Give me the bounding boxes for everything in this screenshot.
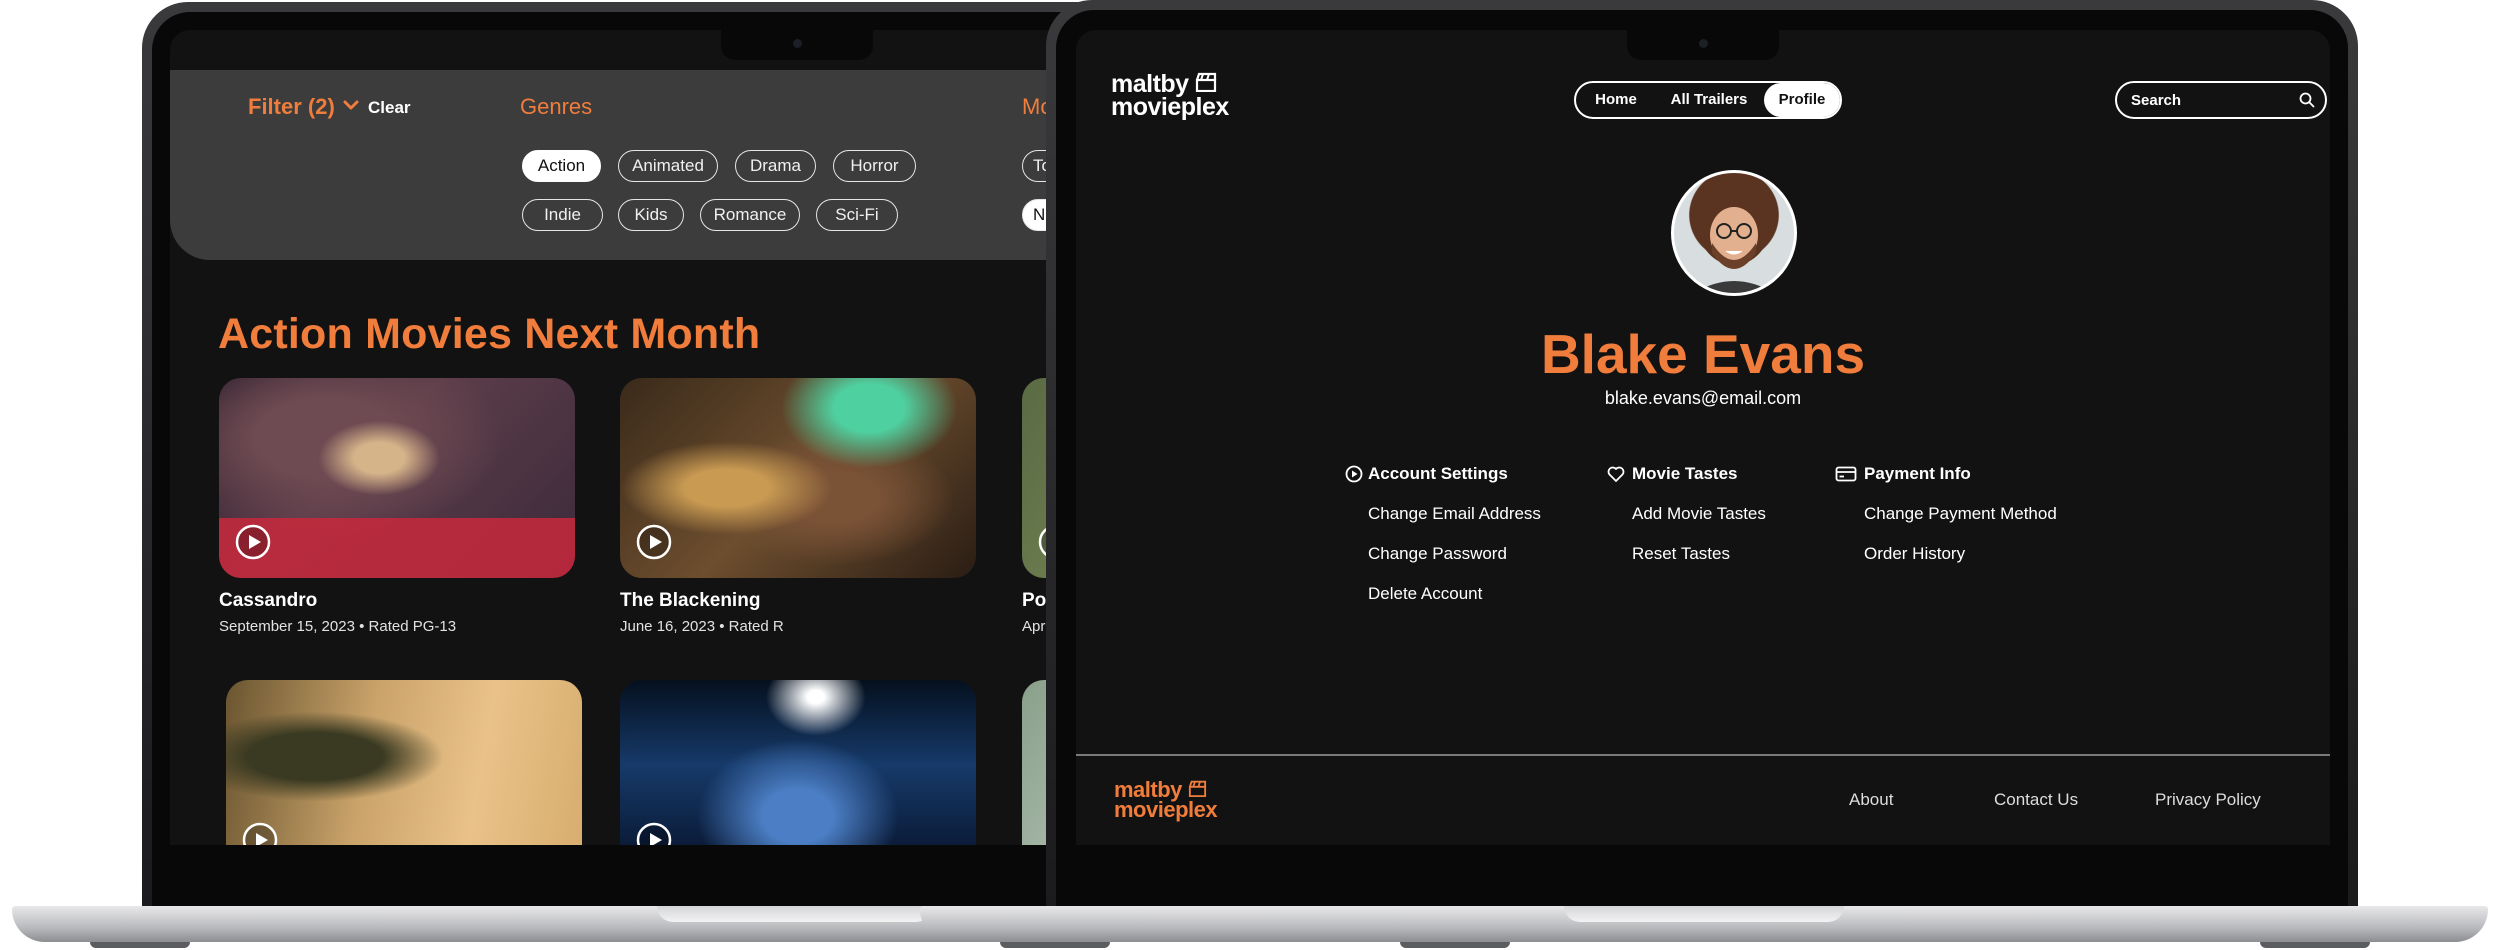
change-payment-method-link[interactable]: Change Payment Method xyxy=(1864,504,2057,524)
clapperboard-icon xyxy=(1195,72,1217,92)
genre-chip-scifi[interactable]: Sci-Fi xyxy=(816,199,898,231)
genre-chip-horror[interactable]: Horror xyxy=(833,150,916,182)
movie-meta: Apr xyxy=(1022,618,1046,635)
search-icon[interactable] xyxy=(2299,92,2315,108)
profile-email: blake.evans@email.com xyxy=(1604,388,1802,408)
genre-chip-indie[interactable]: Indie xyxy=(522,199,603,231)
movie-meta: September 15, 2023 • Rated PG-13 xyxy=(219,618,457,635)
right-laptop-foot xyxy=(2260,942,2370,948)
left-laptop-screen: Filter (2) Clear Genres Action Animated … xyxy=(170,30,1174,845)
nav-profile[interactable]: Profile xyxy=(1764,83,1840,117)
movie-poster-cassandro[interactable] xyxy=(219,378,575,578)
movie-poster-space[interactable] xyxy=(620,680,976,845)
account-settings-heading: Account Settings xyxy=(1368,464,1508,483)
brand-logo[interactable]: maltby movieplex xyxy=(1111,72,1229,121)
nav-all-trailers[interactable]: All Trailers xyxy=(1656,83,1762,117)
movie-title[interactable]: Po xyxy=(1022,590,1046,612)
main-nav: Home All Trailers Profile xyxy=(1574,81,1842,119)
movie-title[interactable]: The Blackening xyxy=(620,590,760,612)
change-password-link[interactable]: Change Password xyxy=(1368,544,1507,564)
chevron-down-icon[interactable] xyxy=(340,94,362,116)
camera-notch xyxy=(721,30,873,60)
avatar[interactable] xyxy=(1671,170,1797,296)
footer-logo[interactable]: maltby movieplex xyxy=(1114,779,1218,822)
genre-chip-drama[interactable]: Drama xyxy=(735,150,816,182)
search-box xyxy=(2115,81,2327,119)
search-input[interactable] xyxy=(2131,83,2291,117)
left-laptop-foot xyxy=(90,942,190,948)
right-laptop-foot xyxy=(1400,942,1510,948)
play-icon[interactable] xyxy=(242,822,278,845)
change-email-link[interactable]: Change Email Address xyxy=(1368,504,1541,524)
footer-about-link[interactable]: About xyxy=(1849,790,1893,810)
movie-poster-dune[interactable] xyxy=(226,680,582,845)
movie-poster-blackening[interactable] xyxy=(620,378,976,578)
trackpad-notch xyxy=(1564,906,1844,922)
nav-home[interactable]: Home xyxy=(1576,83,1656,117)
delete-account-link[interactable]: Delete Account xyxy=(1368,584,1482,604)
right-laptop-screen: maltby movieplex Home All Trailers Profi… xyxy=(1076,30,2330,845)
footer-logo-line-2: movieplex xyxy=(1114,796,1218,822)
footer-divider xyxy=(1076,754,2330,756)
right-laptop-foot xyxy=(1000,942,1110,948)
movie-meta: June 16, 2023 • Rated R xyxy=(620,618,784,635)
play-icon[interactable] xyxy=(636,822,672,845)
footer-contact-link[interactable]: Contact Us xyxy=(1994,790,2078,810)
add-movie-tastes-link[interactable]: Add Movie Tastes xyxy=(1632,504,1766,524)
order-history-link[interactable]: Order History xyxy=(1864,544,1965,564)
clear-filters-button[interactable]: Clear xyxy=(368,98,411,118)
genre-chip-animated[interactable]: Animated xyxy=(618,150,718,182)
play-icon[interactable] xyxy=(235,524,271,560)
filter-toggle[interactable]: Filter (2) xyxy=(248,94,335,120)
genre-chip-romance[interactable]: Romance xyxy=(700,199,800,231)
reset-tastes-link[interactable]: Reset Tastes xyxy=(1632,544,1730,564)
trackpad-notch xyxy=(657,906,932,922)
genre-chip-kids[interactable]: Kids xyxy=(618,199,684,231)
genres-label: Genres xyxy=(520,94,593,119)
payment-info-heading: Payment Info xyxy=(1864,464,1971,483)
movie-title[interactable]: Cassandro xyxy=(219,590,317,612)
right-laptop-base xyxy=(920,906,2488,942)
genre-chip-action[interactable]: Action xyxy=(522,150,601,182)
footer-privacy-link[interactable]: Privacy Policy xyxy=(2155,790,2261,810)
heart-icon xyxy=(1607,466,1625,482)
section-title: Action Movies Next Month xyxy=(218,310,761,358)
avatar-portrait xyxy=(1694,185,1774,293)
clapperboard-icon xyxy=(1188,780,1206,797)
play-circle-icon xyxy=(1345,465,1363,483)
logo-line-2: movieplex xyxy=(1111,92,1229,121)
credit-card-icon xyxy=(1835,466,1857,482)
play-icon[interactable] xyxy=(636,524,672,560)
movie-tastes-heading: Movie Tastes xyxy=(1632,464,1738,483)
profile-name: Blake Evans xyxy=(1540,323,1866,385)
camera-notch xyxy=(1627,30,1779,60)
